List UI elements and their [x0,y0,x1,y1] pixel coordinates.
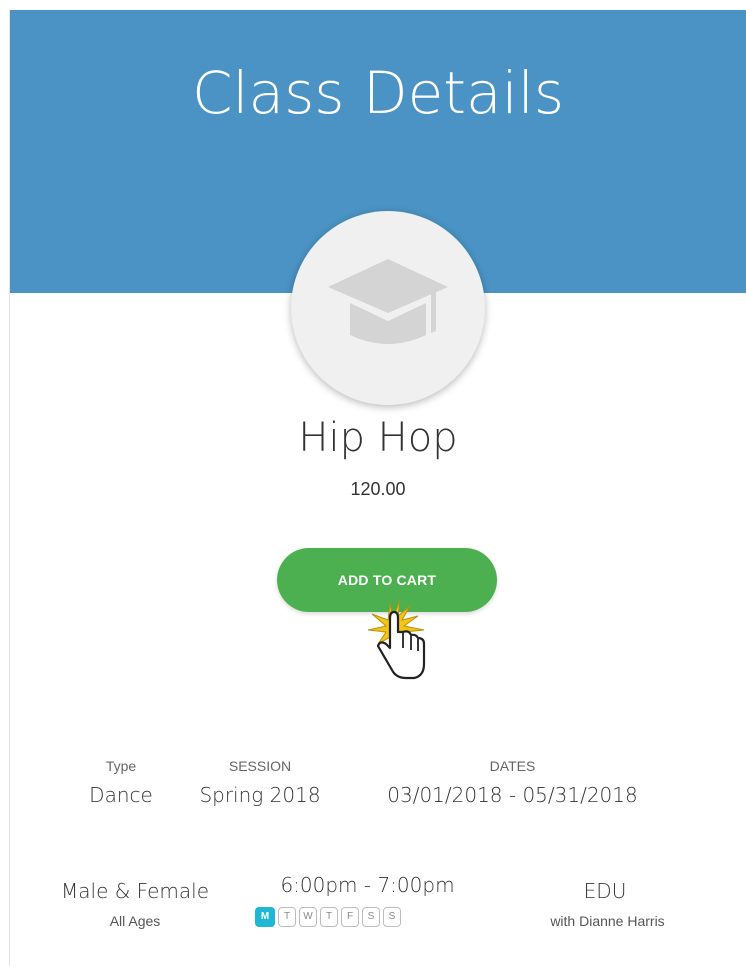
session-label: SESSION [228,758,292,774]
ages-value: All Ages [109,913,161,929]
day-sunday[interactable]: S [383,907,401,927]
weekday-selector: M T W T F S S [255,907,401,927]
location-value: EDU [583,879,627,903]
instructor-value: with Dianne Harris [550,913,665,929]
day-saturday[interactable]: S [362,907,380,927]
add-to-cart-button[interactable]: ADD TO CART [277,548,497,612]
dates-value: 03/01/2018 - 05/31/2018 [387,783,638,807]
top-strip [0,0,746,10]
day-thursday[interactable]: T [320,907,338,927]
class-avatar [291,211,485,405]
type-value: Dance [89,783,153,807]
class-price: 120.00 [350,479,406,499]
day-tuesday[interactable]: T [278,907,296,927]
add-to-cart-label: ADD TO CART [337,572,437,588]
graduation-cap-icon [328,259,448,344]
time-value: 6:00pm - 7:00pm [280,873,455,897]
day-friday[interactable]: F [341,907,359,927]
dates-label: DATES [489,758,536,774]
gender-value: Male & Female [61,879,209,903]
day-monday[interactable]: M [255,907,275,927]
session-value: Spring 2018 [199,783,321,807]
type-label: Type [105,758,137,774]
class-name: Hip Hop [298,415,458,461]
page-title: Class Details [191,59,565,127]
class-details-page: Class Details Hip Hop 120.00 ADD TO CART… [0,0,746,966]
day-wednesday[interactable]: W [299,907,317,927]
